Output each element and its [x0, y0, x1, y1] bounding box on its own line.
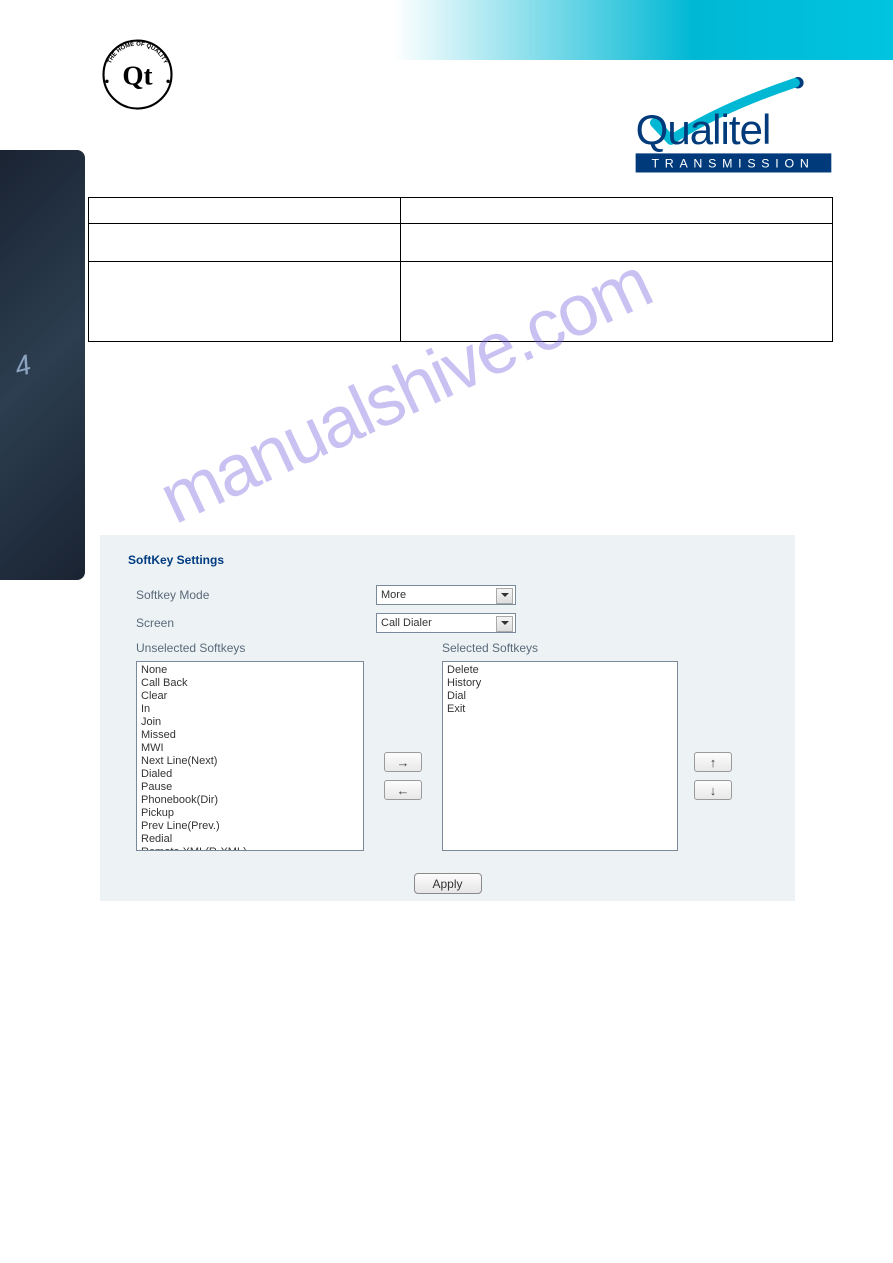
- screen-row: Screen Call Dialer: [128, 613, 767, 633]
- list-item[interactable]: Dial: [443, 690, 677, 703]
- svg-text:TRANSMISSION: TRANSMISSION: [651, 157, 814, 171]
- panel-title: SoftKey Settings: [128, 553, 767, 567]
- svg-text:Qt: Qt: [122, 61, 152, 91]
- list-item[interactable]: None: [137, 664, 363, 677]
- parameters-table: [88, 197, 833, 342]
- table-cell: [89, 198, 401, 224]
- phone-decorative-image: [0, 150, 85, 580]
- list-item[interactable]: Join: [137, 716, 363, 729]
- table-cell: [89, 262, 401, 342]
- screen-select[interactable]: Call Dialer: [376, 613, 516, 633]
- apply-button[interactable]: Apply: [414, 873, 482, 894]
- softkey-mode-label: Softkey Mode: [136, 588, 376, 602]
- qualitel-logo: Qualitel TRANSMISSION: [628, 75, 838, 185]
- softkey-mode-row: Softkey Mode More: [128, 585, 767, 605]
- move-down-button[interactable]: ↓: [694, 780, 732, 800]
- list-item[interactable]: Call Back: [137, 677, 363, 690]
- list-item[interactable]: Phonebook(Dir): [137, 794, 363, 807]
- list-item[interactable]: MWI: [137, 742, 363, 755]
- list-item[interactable]: History: [443, 677, 677, 690]
- list-item[interactable]: Prev Line(Prev.): [137, 820, 363, 833]
- qt-seal-logo: THE HOME OF QUALITY Qt: [95, 32, 180, 117]
- table-cell: [401, 224, 833, 262]
- move-left-button[interactable]: ←: [384, 780, 422, 800]
- list-item[interactable]: Next Line(Next): [137, 755, 363, 768]
- screen-label: Screen: [136, 616, 376, 630]
- header-gradient: [393, 0, 893, 60]
- chevron-down-icon: [501, 621, 509, 625]
- list-item[interactable]: Clear: [137, 690, 363, 703]
- selected-softkeys-listbox[interactable]: DeleteHistoryDialExit: [442, 661, 678, 851]
- list-item[interactable]: Pickup: [137, 807, 363, 820]
- svg-text:Qualitel: Qualitel: [636, 106, 771, 153]
- table-cell: [401, 198, 833, 224]
- unselected-label: Unselected Softkeys: [136, 641, 364, 655]
- table-cell: [89, 224, 401, 262]
- list-item[interactable]: Remote XML(R-XML): [137, 846, 363, 851]
- list-item[interactable]: Missed: [137, 729, 363, 742]
- screen-value: Call Dialer: [381, 617, 432, 629]
- softkey-settings-panel: SoftKey Settings Softkey Mode More Scree…: [100, 535, 795, 901]
- softkey-mode-value: More: [381, 589, 406, 601]
- table-cell: [401, 262, 833, 342]
- move-up-button[interactable]: ↑: [694, 752, 732, 772]
- list-item[interactable]: Pause: [137, 781, 363, 794]
- list-item[interactable]: Exit: [443, 703, 677, 716]
- list-item[interactable]: Redial: [137, 833, 363, 846]
- softkey-mode-select[interactable]: More: [376, 585, 516, 605]
- unselected-softkeys-listbox[interactable]: NoneCall BackClearInJoinMissedMWINext Li…: [136, 661, 364, 851]
- move-right-button[interactable]: →: [384, 752, 422, 772]
- list-item[interactable]: In: [137, 703, 363, 716]
- selected-label: Selected Softkeys: [442, 641, 678, 655]
- chevron-down-icon: [501, 593, 509, 597]
- list-item[interactable]: Dialed: [137, 768, 363, 781]
- list-item[interactable]: Delete: [443, 664, 677, 677]
